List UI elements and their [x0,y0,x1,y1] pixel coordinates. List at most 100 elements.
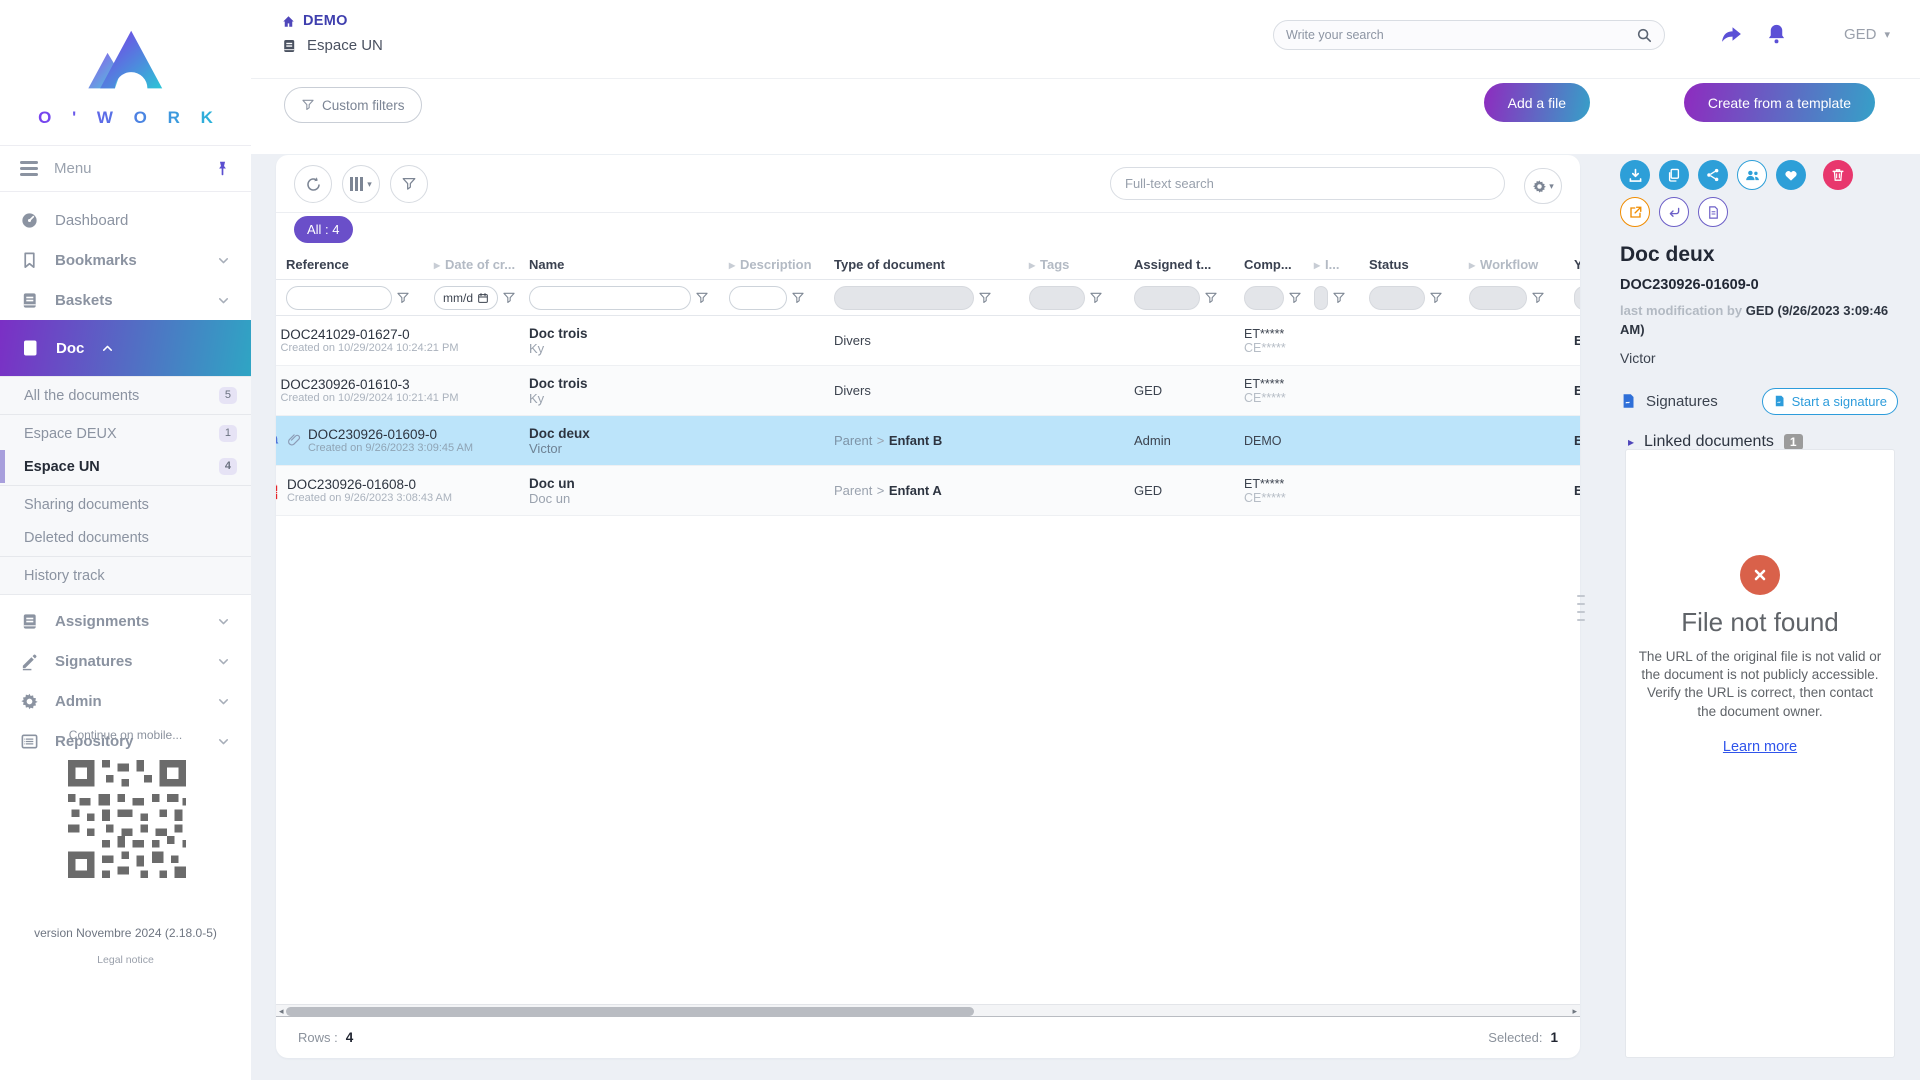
table-row[interactable]: DOC230926-01608-0 Created on 9/26/2023 3… [276,466,1580,516]
column-header-company[interactable]: Comp... [1240,250,1310,279]
sort-arrow-icon: ▸ [434,258,440,272]
pdf-file-icon [276,480,281,501]
tab-all-documents[interactable]: All : 4 [294,216,353,243]
refresh-button[interactable] [294,165,332,203]
sidebar-nav: Dashboard Bookmarks Baskets Doc All the … [0,192,251,761]
sub-item-label: History track [24,568,105,584]
column-header-assigned[interactable]: Assigned t... [1130,250,1240,279]
sort-arrow-icon: ▸ [1029,258,1035,272]
document-page-button[interactable] [1698,197,1728,227]
description-filter-input[interactable] [729,286,787,310]
column-header-i[interactable]: ▸I... [1310,250,1365,279]
share-arrow-icon[interactable] [1719,22,1744,47]
funnel-icon[interactable] [1332,291,1346,305]
column-header-status[interactable]: Status [1365,250,1465,279]
sidebar-item-all-documents[interactable]: All the documents 5 [0,379,251,412]
filter-button[interactable] [390,165,428,203]
column-header-edge[interactable]: Y [1570,250,1580,279]
sidebar-item-signatures[interactable]: Signatures [0,641,251,681]
column-header-type[interactable]: Type of document [830,250,1025,279]
funnel-icon[interactable] [695,291,709,305]
breadcrumb-page[interactable]: Espace UN [281,37,383,54]
add-file-button[interactable]: Add a file [1484,83,1590,122]
table-row[interactable]: DOC230926-01610-3 Created on 10/29/2024 … [276,366,1580,416]
funnel-icon[interactable] [1089,291,1103,305]
search-icon[interactable] [1636,27,1652,43]
sidebar-item-admin[interactable]: Admin [0,681,251,721]
funnel-icon[interactable] [978,291,992,305]
pin-icon[interactable] [214,160,231,177]
sidebar-item-bookmarks[interactable]: Bookmarks [0,240,251,280]
reference-filter-input[interactable] [286,286,392,310]
date-filter-input[interactable]: mm/d [434,286,498,310]
column-header-description[interactable]: ▸Description [725,250,830,279]
panel-resize-handle[interactable] [1577,595,1585,621]
funnel-icon[interactable] [502,291,516,305]
row-name-sub: Victor [529,441,721,456]
sidebar-item-deleted-documents[interactable]: Deleted documents [0,521,251,554]
name-filter-input[interactable] [529,286,691,310]
users-button[interactable] [1737,160,1767,190]
sidebar-item-baskets[interactable]: Baskets [0,280,251,320]
sidebar: O ' W O R K Menu Dashboard Bookmarks Bas… [0,0,251,1080]
notification-bell-icon [276,433,281,448]
share-button[interactable] [1698,160,1728,190]
sidebar-item-sharing-documents[interactable]: Sharing documents [0,488,251,521]
table-filter-row: mm/d [276,280,1580,316]
sidebar-item-assignments[interactable]: Assignments [0,601,251,641]
return-button[interactable] [1659,197,1689,227]
sidebar-item-dashboard[interactable]: Dashboard [0,200,251,240]
list-settings-button[interactable]: ▾ [1524,168,1562,204]
custom-filters-button[interactable]: Custom filters [284,87,422,123]
sidebar-item-espace-un[interactable]: Espace UN 4 [0,450,251,483]
column-header-workflow[interactable]: ▸Workflow [1465,250,1570,279]
sidebar-item-espace-deux[interactable]: Espace DEUX 1 [0,417,251,450]
column-header-tags[interactable]: ▸Tags [1025,250,1130,279]
funnel-icon[interactable] [396,291,410,305]
favorite-heart-button[interactable] [1776,160,1806,190]
download-button[interactable] [1620,160,1650,190]
column-header-reference[interactable]: Reference [276,250,430,279]
open-external-button[interactable] [1620,197,1650,227]
funnel-icon[interactable] [1288,291,1302,305]
scrollbar-thumb[interactable] [286,1007,974,1016]
sidebar-item-doc[interactable]: Doc [0,320,251,376]
fulltext-search-input[interactable] [1125,176,1490,191]
sidebar-menu-toggle[interactable]: Menu [0,146,251,192]
delete-button[interactable] [1823,160,1853,190]
legal-notice-link[interactable]: Legal notice [0,954,251,966]
row-assigned: GED [1134,483,1236,498]
user-menu[interactable]: GED ▾ [1844,26,1890,43]
create-from-template-button[interactable]: Create from a template [1684,83,1875,122]
linked-documents-toggle[interactable]: ▸ Linked documents 1 [1628,433,1898,451]
columns-icon: ▾ [350,177,372,191]
funnel-icon[interactable] [1204,291,1218,305]
start-signature-button[interactable]: Start a signature [1762,388,1898,415]
app-logo[interactable]: O ' W O R K [0,0,251,146]
table-row[interactable]: DOC241029-01627-0 Created on 10/29/2024 … [276,316,1580,366]
column-header-name[interactable]: Name [525,250,725,279]
row-edge: E [1574,433,1580,448]
learn-more-link[interactable]: Learn more [1723,739,1797,755]
funnel-icon[interactable] [791,291,805,305]
row-type-separator: > [877,483,885,498]
row-company-2: CE***** [1244,491,1306,505]
columns-button[interactable]: ▾ [342,165,380,203]
notifications-bell-icon[interactable] [1765,22,1788,45]
global-search-input[interactable] [1286,28,1636,42]
breadcrumb[interactable]: DEMO [281,13,348,29]
row-type-parent: Parent [834,483,872,498]
file-preview-panel: File not found The URL of the original f… [1625,449,1895,1058]
company-filter-input [1244,286,1284,310]
column-header-date[interactable]: ▸Date of cr... [430,250,525,279]
chevron-down-icon [216,654,231,669]
chevron-down-icon [216,614,231,629]
document-detail-panel: Doc deux DOC230926-01609-0 last modifica… [1604,160,1914,451]
horizontal-scrollbar[interactable]: ◂ ▸ [276,1004,1580,1017]
funnel-icon[interactable] [1429,291,1443,305]
sidebar-item-history-track[interactable]: History track [0,559,251,592]
table-row-selected[interactable]: DOC230926-01609-0 Created on 9/26/2023 3… [276,416,1580,466]
copy-button[interactable] [1659,160,1689,190]
type-filter-input [834,286,974,310]
funnel-icon[interactable] [1531,291,1545,305]
